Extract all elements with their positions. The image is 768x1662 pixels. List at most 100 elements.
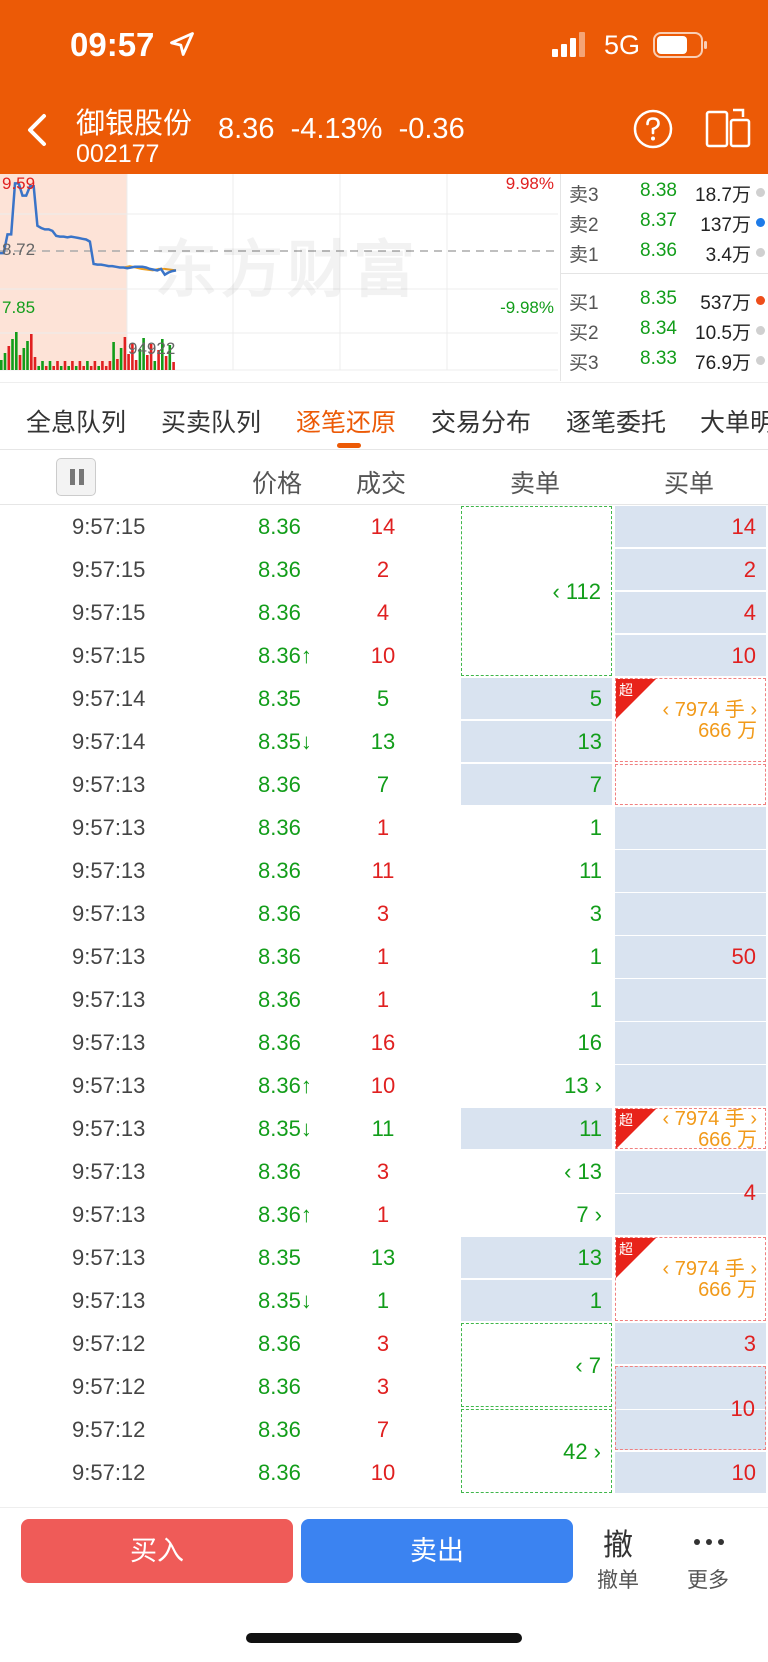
- tab-big-orders[interactable]: 大单明细: [700, 403, 768, 439]
- trade-time: 9:57:13: [72, 901, 146, 926]
- buy-order-cell[interactable]: 10: [615, 1366, 766, 1450]
- sell-order-value: ‹ 112: [552, 579, 601, 604]
- sell-order-cell[interactable]: ‹ 112: [461, 506, 612, 676]
- sell-order-cell[interactable]: 1: [461, 1280, 612, 1321]
- trade-price: 8.36: [258, 1159, 301, 1184]
- trade-time: 9:57:14: [72, 729, 146, 754]
- buy-order-cell[interactable]: 4: [615, 1151, 766, 1235]
- stock-price-line: 8.36 -4.13% -0.36: [218, 113, 465, 146]
- sell-order-cell[interactable]: 13: [461, 1237, 612, 1278]
- volume-bar: [7, 346, 11, 370]
- level-dot-icon: [756, 248, 765, 257]
- sell-order-value: 3: [589, 900, 602, 926]
- sell-order-cell[interactable]: 3: [461, 893, 612, 934]
- sell-order-cell[interactable]: 16: [461, 1022, 612, 1063]
- trade-price: 8.35↓: [258, 1288, 312, 1313]
- level-volume: 3.4万: [705, 245, 751, 266]
- sell-order-value: 16: [577, 1029, 602, 1055]
- back-icon[interactable]: [20, 110, 56, 150]
- sell-order-cell[interactable]: 1: [461, 979, 612, 1020]
- sell-order-cell[interactable]: 11: [461, 1108, 612, 1149]
- trade-time: 9:57:15: [72, 514, 146, 539]
- trade-volume: 3: [376, 1374, 390, 1399]
- cell-divider: [615, 1064, 766, 1065]
- buy-button[interactable]: 买入: [21, 1519, 293, 1583]
- price-mid-label: 8.72: [2, 240, 36, 259]
- super-order-amount: ‹ 7974 手 › 666 万: [662, 699, 757, 742]
- super-order-amount: ‹ 7974 手 › 666 万: [662, 1258, 757, 1301]
- sell-order-cell[interactable]: 7: [461, 764, 612, 805]
- sell-order-cell[interactable]: 42 ›: [461, 1409, 612, 1493]
- buy-order-value: 10: [731, 1459, 756, 1485]
- trade-price: 8.36: [258, 815, 301, 840]
- sell-order-cell[interactable]: ‹ 13: [461, 1151, 612, 1192]
- level-volume: 10.5万: [695, 323, 751, 344]
- buy-order-cell[interactable]: 50: [615, 807, 766, 1106]
- buy-order-value: 3: [743, 1330, 756, 1356]
- super-badge-label: 超: [619, 1112, 633, 1128]
- battery-icon: [653, 32, 707, 58]
- trade-price: 8.36↑: [258, 1073, 312, 1098]
- buy-order-cell[interactable]: 超 ‹ 7974 手 › 666 万: [615, 1237, 766, 1321]
- buy-order-cell[interactable]: 2: [615, 549, 766, 590]
- sell-button[interactable]: 卖出: [301, 1519, 573, 1583]
- volume-bar: [93, 361, 97, 370]
- tab-trade-distribution[interactable]: 交易分布: [431, 403, 531, 439]
- buy-order-cell[interactable]: 4: [615, 592, 766, 633]
- trade-volume: 1: [376, 1202, 390, 1227]
- bid-level: 买3 8.33 76.9万: [561, 344, 768, 374]
- tab-tick-orders[interactable]: 逐笔委托: [566, 403, 666, 439]
- sell-order-cell[interactable]: ‹ 7: [461, 1323, 612, 1407]
- sell-order-value: 11: [579, 1115, 602, 1141]
- buy-order-cell[interactable]: 10: [615, 635, 766, 676]
- volume-bar: [86, 361, 89, 370]
- buy-order-cell[interactable]: 超 ‹ 7974 手 › 666 万: [615, 1108, 766, 1150]
- trade-price: 8.36↑: [258, 643, 312, 668]
- sell-order-cell[interactable]: 1: [461, 807, 612, 848]
- tick-table[interactable]: 9:57:15 8.36 14 9:57:15 8.36 2 9:57:15 8.36 4 9:5…: [0, 505, 768, 1507]
- super-badge-label: 超: [619, 682, 633, 698]
- sell-order-cell[interactable]: 11: [461, 850, 612, 891]
- trade-volume: 1: [376, 944, 390, 969]
- sell-order-value: 5: [589, 685, 602, 711]
- tab-tick-restore[interactable]: 逐笔还原: [296, 403, 396, 439]
- pct-high-label: 9.98%: [505, 174, 554, 193]
- pause-button[interactable]: [56, 458, 96, 496]
- trade-price: 8.35↓: [258, 729, 312, 754]
- level-price: 8.34: [640, 318, 677, 339]
- buy-order-cell[interactable]: 14: [615, 506, 766, 547]
- sell-order-cell[interactable]: 5: [461, 678, 612, 719]
- sell-order-cell[interactable]: 13: [461, 721, 612, 762]
- sell-order-cell[interactable]: 1: [461, 936, 612, 977]
- volume-bar: [0, 360, 3, 370]
- trade-time: 9:57:12: [72, 1374, 146, 1399]
- volume-bar: [119, 348, 123, 370]
- help-icon[interactable]: [632, 108, 674, 150]
- volume-bar: [101, 361, 104, 370]
- volume-bar: [63, 361, 67, 370]
- trade-volume: 1: [376, 1288, 390, 1313]
- bid-level: 买1 8.35 537万: [561, 284, 768, 314]
- tab-bid-ask-queue[interactable]: 买卖队列: [161, 403, 261, 439]
- landscape-switch-icon[interactable]: [705, 106, 751, 152]
- volume-bar: [123, 337, 127, 370]
- volume-bar: [67, 366, 70, 370]
- sell-order-cell[interactable]: 7 ›: [461, 1194, 612, 1235]
- intraday-chart[interactable]: 东方财富 9.59 8.72 7.85 9.98% -9.98% 94922: [0, 174, 560, 381]
- volume-bar: [59, 366, 63, 370]
- trade-time: 9:57:13: [72, 944, 146, 969]
- buy-order-cell[interactable]: 3: [615, 1323, 766, 1364]
- level-label: 买3: [569, 353, 599, 374]
- buy-order-cell[interactable]: 超 ‹ 7974 手 › 666 万: [615, 678, 766, 762]
- sell-order-cell[interactable]: 13 ›: [461, 1065, 612, 1106]
- col-buy: 买单: [664, 470, 715, 498]
- trade-price: 8.35: [258, 1245, 301, 1270]
- volume-bar: [52, 366, 55, 370]
- tab-full-queue[interactable]: 全息队列: [26, 403, 126, 439]
- buy-order-cell[interactable]: 10: [615, 1452, 766, 1493]
- book-divider: [561, 273, 768, 274]
- buy-order-cell[interactable]: [615, 764, 766, 805]
- trade-time: 9:57:13: [72, 1202, 146, 1227]
- trade-time: 9:57:15: [72, 600, 146, 625]
- col-price: 价格: [252, 470, 303, 498]
